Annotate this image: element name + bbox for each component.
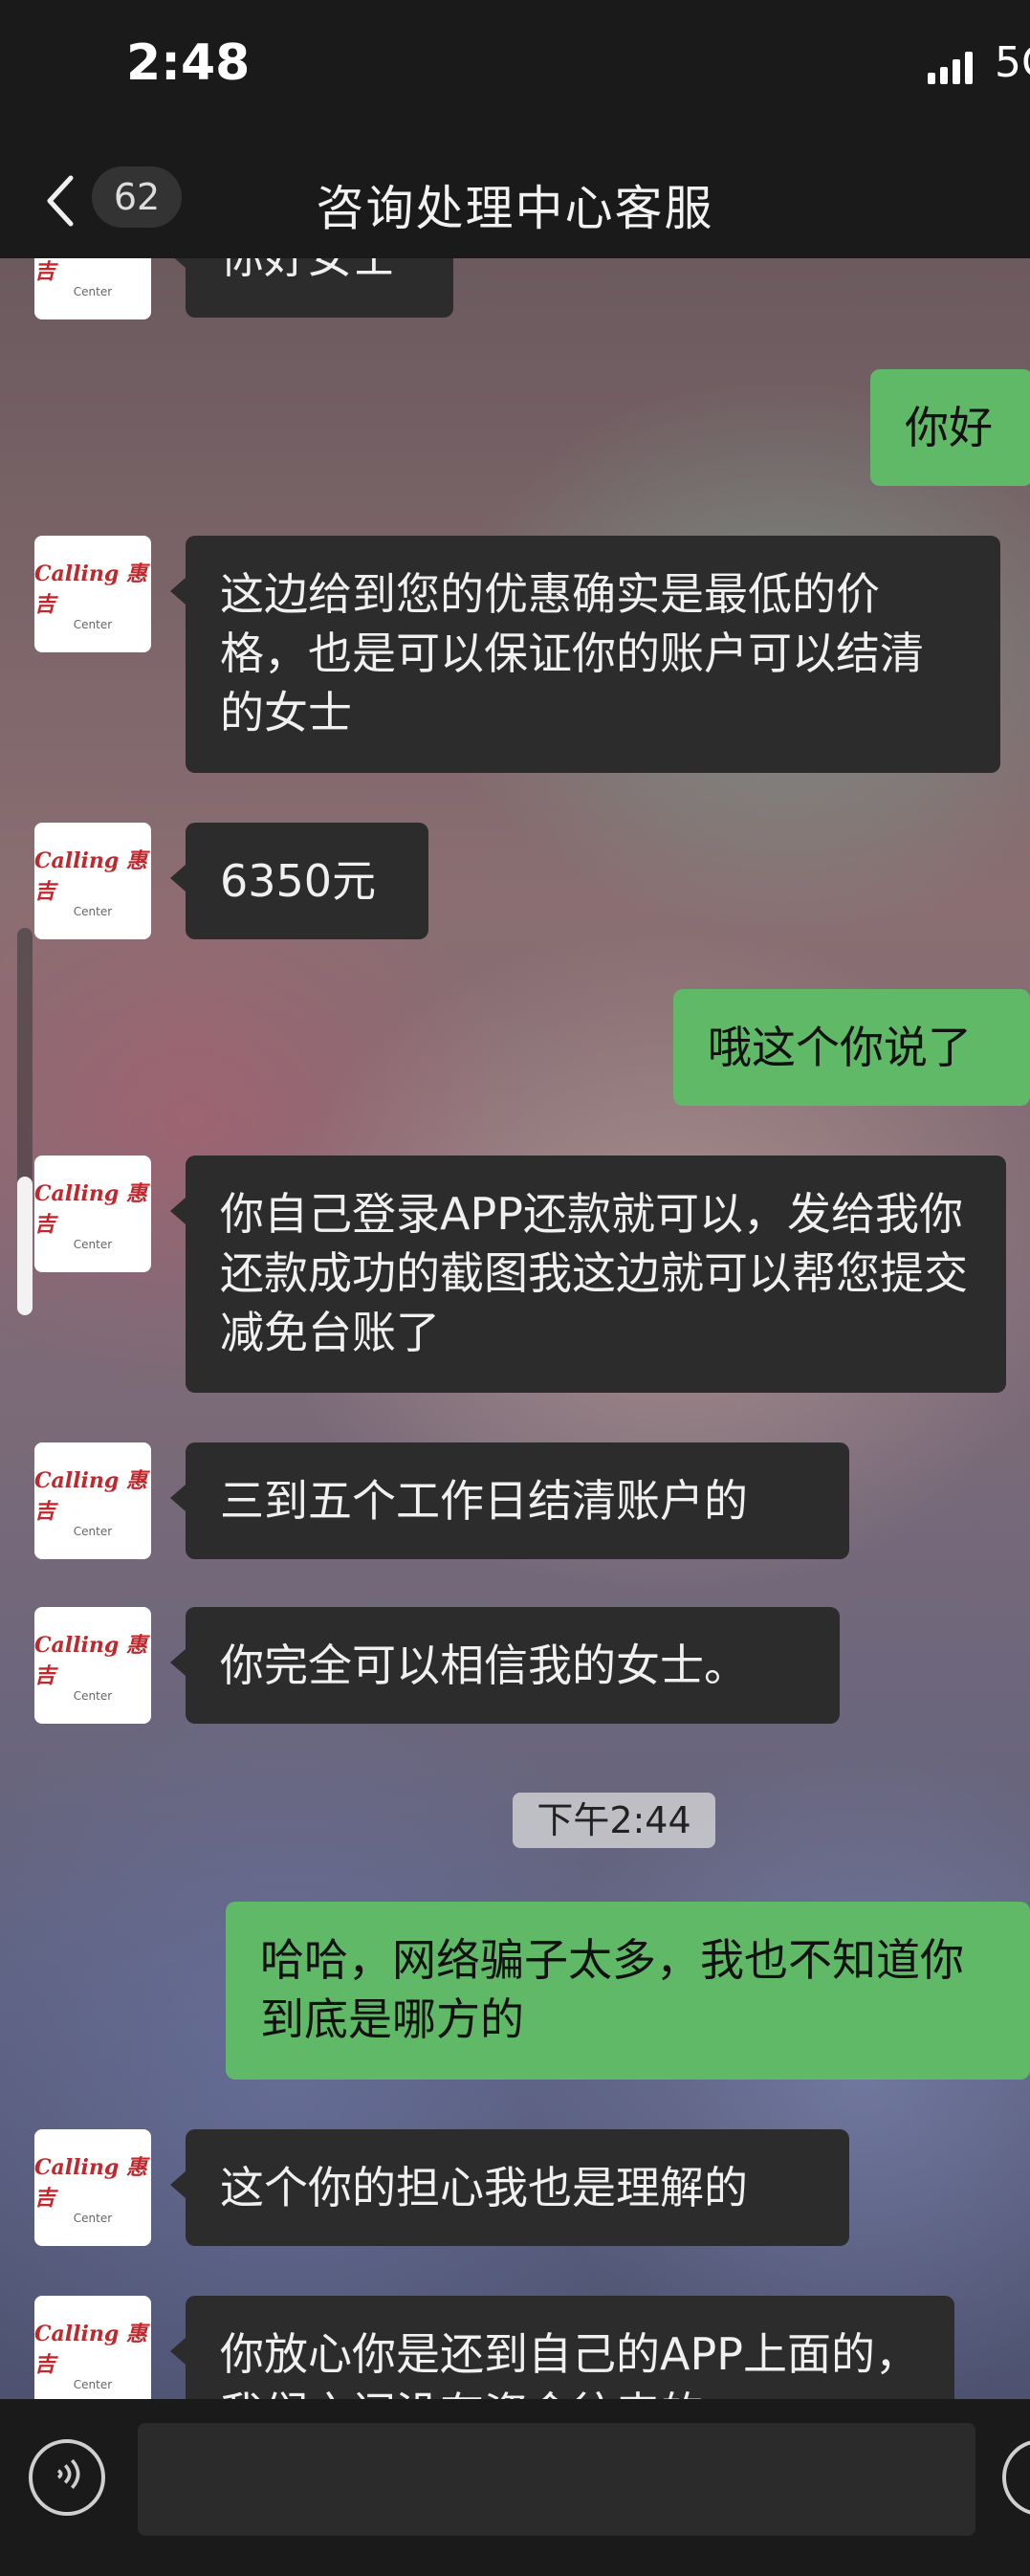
status-bar: 2:48 5G (0, 0, 1030, 143)
avatar-logo-text: Calling 惠吉 (34, 848, 147, 904)
signal-icon (928, 50, 975, 84)
avatar-logo-text: Calling 惠吉 (34, 2322, 147, 2377)
message-bubble-incoming[interactable]: 这个你的担心我也是理解的 (170, 2129, 849, 2246)
avatar-logo-text: Calling 惠吉 (34, 561, 147, 617)
agent-avatar[interactable]: Calling 惠吉 Center (34, 823, 151, 939)
message-bubble-incoming[interactable]: 你自己登录APP还款就可以，发给我你还款成功的截图我这边就可以帮您提交减免台账了 (170, 1156, 1006, 1393)
message-bubble-incoming[interactable]: 这边给到您的优惠确实是最低的价格，也是可以保证你的账户可以结清的女士 (170, 536, 1000, 773)
message-bubble-outgoing[interactable]: 你好 (870, 369, 1030, 486)
agent-avatar[interactable]: Calling 惠吉 Center (34, 1156, 151, 1272)
message-bubble-incoming[interactable]: 你好女士 (170, 258, 453, 318)
scrollbar-thumb[interactable] (17, 1177, 33, 1315)
avatar-logo-sub: Center (73, 2378, 113, 2391)
avatar-logo-text: Calling 惠吉 (34, 1181, 147, 1237)
avatar-logo-sub: Center (73, 1238, 113, 1251)
avatar-logo-sub: Center (73, 618, 113, 631)
agent-avatar[interactable]: Calling 惠吉 Center (34, 1607, 151, 1724)
status-time: 2:48 (126, 34, 251, 92)
message-input[interactable] (138, 2423, 975, 2536)
avatar-logo-text: Calling 惠吉 (34, 2155, 147, 2211)
network-label: 5G (995, 38, 1030, 87)
avatar-logo-sub: Center (73, 285, 113, 298)
nav-bar: 62 咨询处理中心客服 (0, 143, 1030, 258)
avatar-logo-sub: Center (73, 1689, 113, 1703)
message-bubble-incoming[interactable]: 三到五个工作日结清账户的 (170, 1442, 849, 1559)
message-bubble-incoming[interactable]: 6350元 (170, 823, 428, 939)
agent-avatar[interactable]: Calling 惠吉 Center (34, 1442, 151, 1559)
input-bar (0, 2399, 1030, 2576)
message-bubble-incoming[interactable]: 你放心你是还到自己的APP上面的，我们之间没有资金往来的 (170, 2296, 954, 2399)
avatar-logo-text: Calling 惠吉 (34, 1633, 147, 1688)
emoji-icon[interactable] (1002, 2439, 1030, 2516)
agent-avatar[interactable]: Calling 惠吉 Center (34, 2129, 151, 2246)
message-bubble-incoming[interactable]: 你完全可以相信我的女士。 (170, 1607, 840, 1724)
avatar-logo-sub: Center (73, 905, 113, 918)
avatar-logo-text: Calling 惠吉 (34, 1468, 147, 1524)
agent-avatar[interactable]: Calling 惠吉 Center (34, 2296, 151, 2399)
chat-area[interactable]: Calling 惠吉 Center 你好女士 你好 Calling 惠吉 Cen… (0, 258, 1030, 2399)
voice-input-icon[interactable] (29, 2439, 105, 2516)
message-bubble-outgoing[interactable]: 哈哈，网络骗子太多，我也不知道你到底是哪方的 (226, 1902, 1030, 2080)
avatar-logo-sub: Center (73, 1525, 113, 1538)
message-bubble-outgoing[interactable]: 哦这个你说了 (673, 989, 1030, 1106)
agent-avatar[interactable]: Calling 惠吉 Center (34, 536, 151, 652)
avatar-logo-text: Calling 惠吉 (34, 259, 56, 284)
avatar-logo-sub: Center (73, 2212, 113, 2225)
message-timestamp: 下午2:44 (513, 1793, 715, 1848)
chat-title: 咨询处理中心客服 (316, 181, 714, 236)
agent-avatar[interactable]: Calling 惠吉 Center (34, 258, 151, 319)
